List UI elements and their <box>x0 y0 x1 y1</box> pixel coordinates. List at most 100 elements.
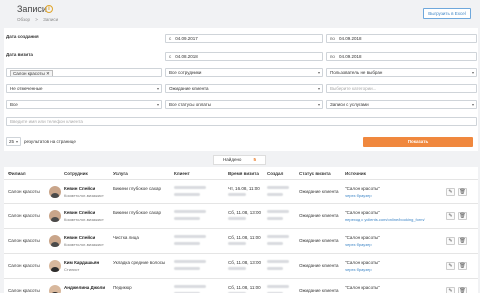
source-detail[interactable]: переход с yclients.com/online/booking_fo… <box>345 217 425 222</box>
employee-select-value: Все сотрудники <box>169 70 202 75</box>
creator-date-redacted <box>267 217 283 220</box>
chevron-down-icon: ▾ <box>156 86 159 91</box>
created-from-prefix: с <box>169 36 172 41</box>
service-cell: Бикини глубокое сахар <box>113 210 161 215</box>
pencil-icon[interactable]: ✎ <box>446 237 455 245</box>
trash-icon[interactable]: 🗑 <box>458 287 467 293</box>
trash-icon[interactable]: 🗑 <box>458 262 467 270</box>
show-button[interactable]: Показать <box>363 137 473 147</box>
payment-status-select[interactable]: Все статусы оплаты ▾ <box>165 100 323 109</box>
branch-select[interactable]: Салон красоты ✕ <box>6 68 162 77</box>
visit-duration-redacted <box>228 267 246 270</box>
table-row[interactable]: Салон красоты Ким Кардашьян Стилист Укладка… <box>4 253 478 279</box>
column-header: Статус визита <box>299 171 331 176</box>
pencil-icon[interactable]: ✎ <box>446 212 455 220</box>
created-to-prefix: по <box>330 36 335 41</box>
service-cell: Укладка средние волосы <box>113 260 166 265</box>
employee-name[interactable]: Кевин Спейси <box>64 210 95 215</box>
created-to-value: 04.09.2018 <box>338 36 362 41</box>
employee-role: Косметолог-визажист <box>64 193 104 198</box>
branch-cell: Салон красоты <box>8 288 40 293</box>
visit-duration-redacted <box>228 242 246 245</box>
trash-icon[interactable]: 🗑 <box>458 212 467 220</box>
employee-name[interactable]: Кевин Спейси <box>64 235 95 240</box>
pencil-icon[interactable]: ✎ <box>446 188 455 196</box>
client-phone-redacted <box>174 193 200 196</box>
per-page-select[interactable]: 25 ▾ <box>6 137 21 146</box>
client-phone-redacted <box>174 217 200 220</box>
creator-date-redacted <box>267 193 283 196</box>
visit-to-value: 04.09.2018 <box>338 54 362 59</box>
created-by-select[interactable]: Пользователь не выбран ▾ <box>326 68 477 77</box>
column-header: Клиент <box>174 171 190 176</box>
branch-tag[interactable]: Салон красоты ✕ <box>10 70 53 76</box>
visit-duration-redacted <box>228 193 246 196</box>
visit-from-value: 04.08.2018 <box>175 54 198 59</box>
employee-name[interactable]: Анджелина Джоли <box>64 285 105 290</box>
created-date-label: Дата создания <box>6 34 39 39</box>
trash-icon[interactable]: 🗑 <box>458 188 467 196</box>
visit-time-cell: Сб, 11.08, 13:00 <box>228 260 262 265</box>
employee-select[interactable]: Все сотрудники ▾ <box>165 68 323 77</box>
employee-name[interactable]: Кевин Спейси <box>64 186 95 191</box>
avatar <box>49 186 61 198</box>
mark-select[interactable]: Не отмеченные ▾ <box>6 84 162 93</box>
breadcrumb-overview[interactable]: Обзор <box>17 17 30 22</box>
visit-status-select[interactable]: Ожидание клиента ▾ <box>165 84 323 93</box>
client-search-placeholder: Введите имя или телефон клиента <box>10 119 83 124</box>
source-detail[interactable]: через браузер <box>345 267 372 272</box>
created-from-field[interactable]: с 04.09.2017 <box>165 34 323 43</box>
table-row[interactable]: Салон красоты Кевин Спейси Косметолог-виза… <box>4 179 478 205</box>
mark-select-value: Не отмеченные <box>10 86 43 91</box>
pencil-icon[interactable]: ✎ <box>446 262 455 270</box>
found-count: 5 <box>253 157 256 162</box>
created-from-value: 04.09.2017 <box>175 36 198 41</box>
export-excel-button[interactable]: Выгрузить в Excel <box>423 8 471 19</box>
chevron-down-icon: ▾ <box>471 102 474 107</box>
avatar <box>49 285 61 293</box>
creator-date-redacted <box>267 242 283 245</box>
visit-from-field[interactable]: с 04.08.2018 <box>165 52 323 61</box>
chevron-down-icon: ▾ <box>317 70 320 75</box>
client-search-input[interactable]: Введите имя или телефон клиента <box>6 117 477 126</box>
creator-redacted <box>267 186 289 189</box>
table-row[interactable]: Салон красоты Кевин Спейси Косметолог-виза… <box>4 228 478 254</box>
visit-to-field[interactable]: по 04.09.2018 <box>326 52 477 61</box>
visit-time-cell: Сб, 11.08, 11:00 <box>228 235 261 240</box>
services-select[interactable]: Записи с услугами ▾ <box>326 100 477 109</box>
created-to-field[interactable]: по 04.09.2018 <box>326 34 477 43</box>
found-label: Найдено <box>223 157 242 162</box>
column-header: Услуга <box>113 171 128 176</box>
creator-redacted <box>267 260 289 263</box>
source-detail[interactable]: через браузер <box>345 193 372 198</box>
source-cell: "Салон красоты" <box>345 210 380 215</box>
employee-role: Косметолог-визажист <box>64 217 104 222</box>
visit-duration-redacted <box>228 217 246 220</box>
all-select[interactable]: Все ▾ <box>6 100 162 109</box>
creator-redacted <box>267 285 289 288</box>
source-cell: "Салон красоты" <box>345 235 380 240</box>
source-cell: "Салон красоты" <box>345 285 380 290</box>
page-title: Записи <box>17 4 47 14</box>
visit-to-prefix: по <box>330 54 335 59</box>
services-select-value: Записи с услугами <box>330 102 369 107</box>
results-table: Филиал Сотрудник Услуга Клиент Время виз… <box>4 167 478 293</box>
client-name-redacted <box>174 235 206 238</box>
chevron-down-icon: ▾ <box>156 102 159 107</box>
created-by-select-value: Пользователь не выбран <box>330 70 383 75</box>
trash-icon[interactable]: 🗑 <box>458 237 467 245</box>
visit-status-cell: Ожидание клиента <box>299 238 339 243</box>
table-row[interactable]: Салон красоты Кевин Спейси Косметолог-виза… <box>4 203 478 229</box>
payment-status-select-value: Все статусы оплаты <box>169 102 211 107</box>
branch-cell: Салон красоты <box>8 213 40 218</box>
source-cell: "Салон красоты" <box>345 186 380 191</box>
table-row[interactable]: Салон красотыАнджелина ДжолиМастер по ма… <box>4 278 478 293</box>
pencil-icon[interactable]: ✎ <box>446 287 455 293</box>
source-detail[interactable]: через браузер <box>345 242 372 247</box>
employee-role: Стилист <box>64 267 80 272</box>
info-icon[interactable]: i <box>45 5 53 13</box>
employee-name[interactable]: Ким Кардашьян <box>64 260 99 265</box>
branch-cell: Салон красоты <box>8 263 40 268</box>
category-select[interactable]: Выберите категории... <box>326 84 477 93</box>
breadcrumb-current: Записи <box>43 17 59 22</box>
